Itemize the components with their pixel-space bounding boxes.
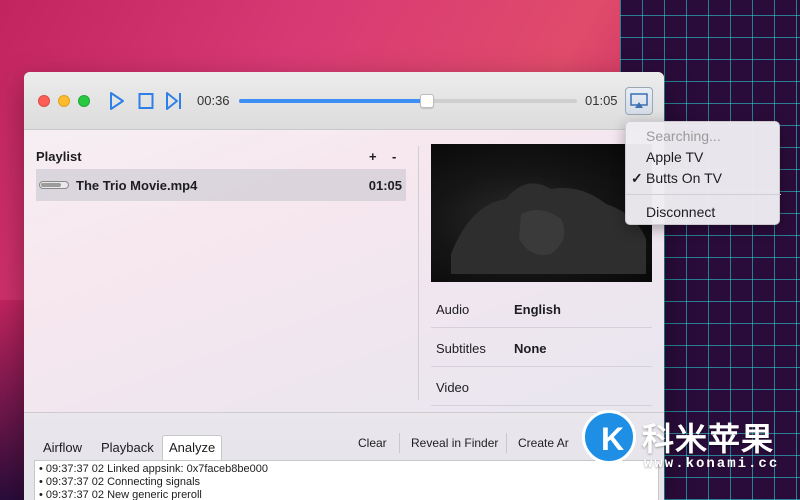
tab-analyze[interactable]: Analyze (162, 435, 223, 461)
menu-item-disconnect[interactable]: Disconnect (626, 202, 781, 222)
create-button[interactable]: Create Ar (518, 436, 569, 450)
toolbar-divider (399, 433, 400, 453)
playlist-remove-button[interactable]: - (392, 149, 396, 164)
video-frame-image (451, 183, 646, 274)
log-line: 09:37:37 02 Connecting signals (39, 476, 654, 489)
info-row-subtitles: Subtitles None (431, 328, 652, 367)
stop-icon (138, 93, 154, 109)
reveal-in-finder-button[interactable]: Reveal in Finder (411, 436, 498, 450)
airplay-icon (630, 93, 648, 108)
menu-separator (626, 194, 781, 195)
elapsed-time: 00:36 (197, 93, 230, 108)
menu-item-label: Disconnect (646, 204, 716, 220)
info-label: Subtitles (436, 341, 486, 356)
playlist-item-duration: 01:05 (368, 178, 402, 193)
subtitles-track-value[interactable]: None (514, 341, 547, 356)
menu-item-searching: Searching... (626, 126, 781, 146)
tab-airflow[interactable]: Airflow (37, 438, 88, 460)
toolbar-divider (506, 433, 507, 453)
info-label: Audio (436, 302, 470, 317)
toolbar: 00:36 01:05 (24, 72, 664, 130)
media-progress-icon (39, 181, 69, 189)
playlist-item[interactable]: The Trio Movie.mp4 01:05 (36, 169, 406, 201)
video-preview (431, 144, 652, 282)
airplay-menu: Searching... Apple TV ✓ Butts On TV Disc… (625, 121, 781, 225)
playlist-panel: Playlist + - The Trio Movie.mp4 01:05 (24, 130, 418, 412)
watermark-logo-icon: K (582, 410, 636, 464)
audio-track-value[interactable]: English (514, 302, 561, 317)
tab-playback[interactable]: Playback (95, 438, 160, 460)
zoom-window-button[interactable] (78, 95, 90, 107)
menu-item-apple-tv[interactable]: Apple TV (626, 147, 781, 167)
total-time: 01:05 (585, 93, 618, 108)
panel-divider (418, 146, 419, 400)
player-window: 00:36 01:05 Playlist + - The Trio Movie.… (24, 72, 664, 500)
watermark-text: 科米苹果 (642, 421, 775, 457)
info-label: Video (436, 380, 470, 395)
minimize-window-button[interactable] (58, 95, 70, 107)
desktop-wallpaper-left (0, 300, 24, 500)
play-button[interactable] (109, 91, 125, 111)
playlist-add-button[interactable]: + (369, 149, 377, 164)
watermark-logo-letter: K (601, 421, 625, 457)
log-view[interactable]: 09:37:37 02 Linked appsink: 0x7faceb8be0… (34, 460, 659, 500)
watermark: K 科米苹果 www.konami.cc (582, 408, 800, 500)
close-window-button[interactable] (38, 95, 50, 107)
next-track-button[interactable] (165, 91, 183, 111)
next-icon (166, 92, 181, 110)
menu-item-label: Apple TV (646, 149, 704, 165)
menu-item-label: Butts On TV (646, 170, 722, 186)
seek-bar-fill (239, 99, 427, 103)
stop-button[interactable] (138, 91, 154, 111)
playlist-title: Playlist (36, 149, 82, 164)
playlist-item-name: The Trio Movie.mp4 (76, 178, 198, 193)
console-area: Airflow Playback Analyze Clear Reveal in… (24, 412, 664, 500)
seek-bar[interactable] (239, 94, 577, 108)
menu-item-butts-on-tv[interactable]: ✓ Butts On TV (626, 168, 781, 188)
play-icon (110, 92, 124, 110)
watermark-url: www.konami.cc (644, 456, 780, 472)
info-row-audio: Audio English (431, 289, 652, 328)
checkmark-icon: ✓ (631, 170, 643, 186)
log-line: 09:37:37 02 Linked appsink: 0x7faceb8be0… (39, 463, 654, 476)
menu-item-label: Searching... (646, 128, 721, 144)
info-row-video: Video (431, 367, 652, 406)
clear-button[interactable]: Clear (358, 436, 387, 450)
log-line: 09:37:37 02 New generic preroll (39, 489, 654, 500)
seek-bar-knob[interactable] (419, 94, 434, 108)
airplay-button[interactable] (625, 87, 653, 115)
